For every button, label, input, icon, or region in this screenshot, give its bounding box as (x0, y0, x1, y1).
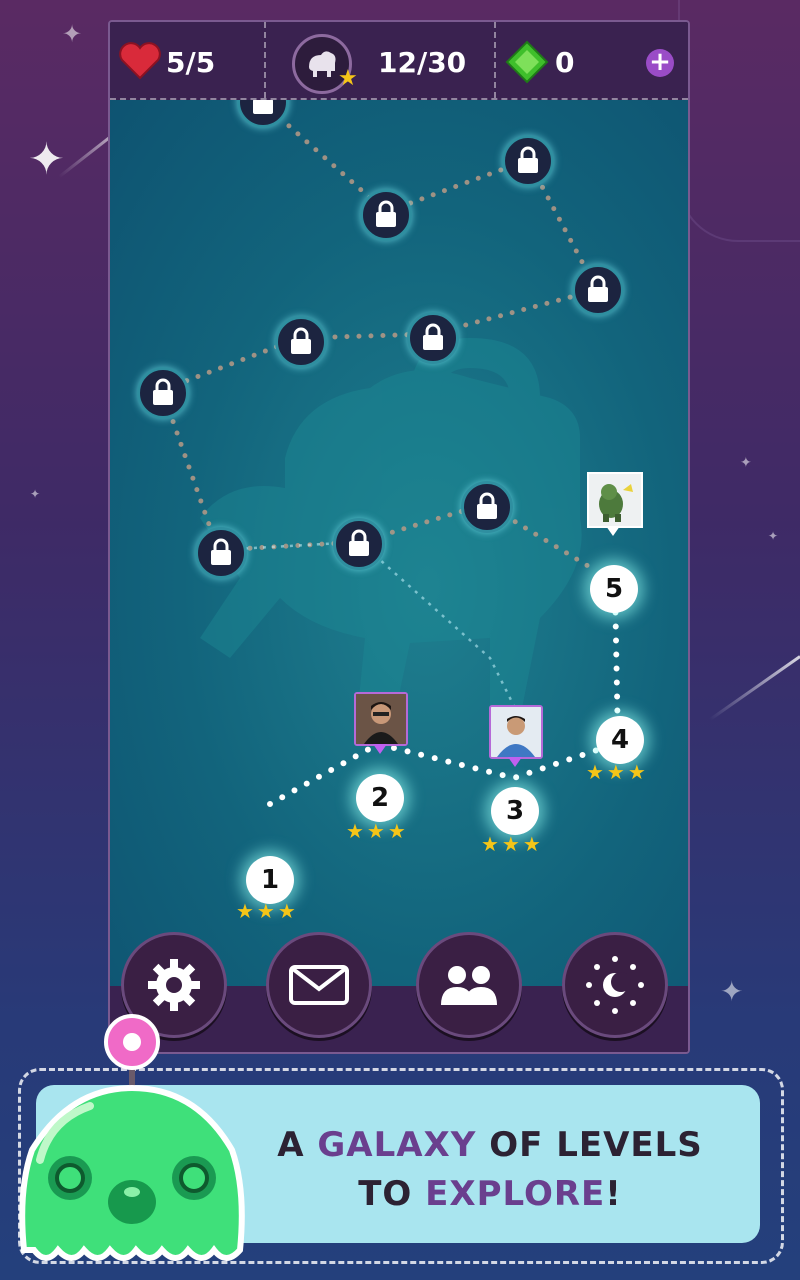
level-node-5[interactable]: 5 (590, 565, 638, 613)
friend-avatar[interactable] (489, 705, 543, 759)
avatar-pointer (373, 744, 387, 754)
lock-icon (349, 529, 369, 556)
hud-divider (264, 22, 266, 98)
stars-counter: 12/30 (378, 46, 467, 79)
level-5-preview-image (587, 472, 643, 528)
locked-level-node[interactable] (137, 367, 189, 419)
lock-icon (477, 492, 497, 519)
locked-level-node[interactable] (360, 189, 412, 241)
locked-level-node[interactable] (407, 312, 459, 364)
top-hud: 5/5 ★ 12/30 0 + (110, 22, 688, 100)
avatar-pointer (508, 757, 522, 767)
background-star: ✦ (768, 529, 779, 543)
slime-mascot (19, 1014, 245, 1261)
locked-level-node[interactable] (275, 316, 327, 368)
locked-level-node[interactable] (502, 135, 554, 187)
promo-line-2: TO EXPLORE! (358, 1174, 622, 1214)
lock-icon (423, 323, 443, 350)
background-star: ✦ (720, 975, 744, 1008)
gems-counter: 0 (555, 46, 575, 79)
level-node-1[interactable]: 1 (246, 856, 294, 904)
level-node-3[interactable]: 3 (491, 787, 539, 835)
level-5-pointer (606, 526, 620, 536)
gem-icon (505, 40, 549, 84)
mail-button[interactable] (266, 932, 372, 1038)
hud-divider (494, 22, 496, 98)
level-4-stars: ★★★ (586, 760, 649, 784)
shooting-star (709, 655, 800, 721)
background-decoration (678, 0, 800, 242)
lock-icon (588, 275, 608, 302)
lock-icon (518, 146, 538, 173)
add-gems-button[interactable]: + (646, 49, 674, 77)
day-night-icon (586, 956, 644, 1014)
level-map-board: 1 ★★★ 2 ★★★ 3 ★★★ 4 ★★★ 5 5/5 ★ 12/30 0 … (108, 20, 690, 1054)
background-star: ✦ (30, 487, 41, 501)
lives-counter: 5/5 (166, 46, 216, 79)
level-2-stars: ★★★ (346, 819, 409, 843)
friends-button[interactable] (416, 932, 522, 1038)
friends-icon (441, 966, 497, 1005)
settings-icon (148, 959, 200, 1011)
locked-level-node[interactable] (333, 518, 385, 570)
mail-icon (289, 965, 349, 1005)
level-node-2[interactable]: 2 (356, 774, 404, 822)
lock-icon (211, 538, 231, 565)
lock-icon (153, 378, 173, 405)
friend-avatar[interactable] (354, 692, 408, 746)
lock-icon (376, 200, 396, 227)
lock-icon (291, 327, 311, 354)
level-1-stars: ★★★ (236, 899, 299, 923)
locked-level-node[interactable] (572, 264, 624, 316)
locked-level-node[interactable] (461, 481, 513, 533)
level-3-stars: ★★★ (481, 832, 544, 856)
star-icon: ★ (338, 66, 358, 91)
background-star: ✦ (740, 455, 752, 471)
heart-icon (119, 42, 161, 80)
constellation-map[interactable]: 1 ★★★ 2 ★★★ 3 ★★★ 4 ★★★ 5 (110, 76, 688, 986)
background-star: ✦ (62, 20, 83, 48)
level-node-4[interactable]: 4 (596, 716, 644, 764)
locked-level-node[interactable] (195, 527, 247, 579)
promo-line-1: A GALAXY OF LEVELS (277, 1125, 703, 1165)
day-night-button[interactable] (562, 932, 668, 1038)
